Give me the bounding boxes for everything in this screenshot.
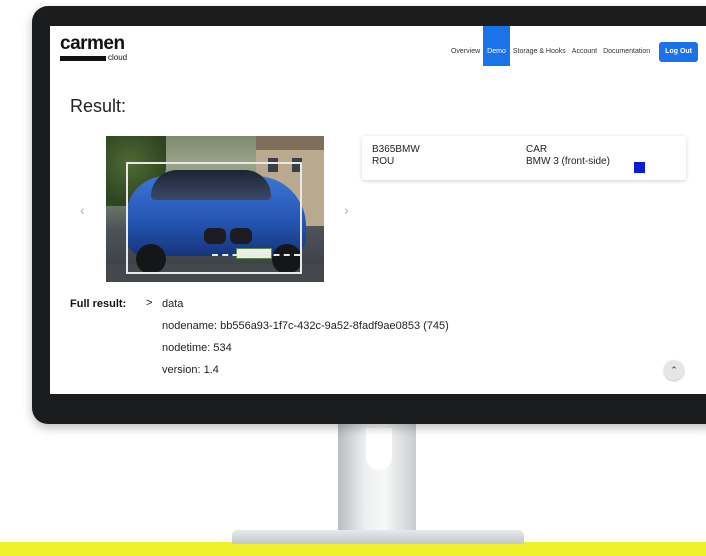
carmen-cloud-logo[interactable]: carmen cloud xyxy=(60,33,127,62)
nav-storage-hooks[interactable]: Storage & Hooks xyxy=(510,48,569,56)
logo-subline: cloud xyxy=(60,54,127,62)
logo-cloud-text: cloud xyxy=(108,53,128,62)
logout-button[interactable]: Log Out xyxy=(659,42,698,62)
app-screen: carmen cloud Overview Demo Storage & Hoo… xyxy=(50,26,706,394)
yellow-floor xyxy=(0,542,706,556)
vehicle-category: CAR xyxy=(526,144,548,155)
country-code: ROU xyxy=(372,156,395,167)
scroll-to-top-button[interactable]: ⌃ xyxy=(664,360,684,380)
chevron-right-icon: › xyxy=(344,202,349,218)
vehicle-photo xyxy=(106,136,324,282)
stand-cable-hole xyxy=(366,428,392,470)
nav-overview[interactable]: Overview xyxy=(448,48,483,56)
recognition-card: B365BMW ROU CAR BMW 3 (front-side) xyxy=(362,136,686,180)
main-nav: Overview Demo Storage & Hooks Account Do… xyxy=(448,26,698,66)
top-navbar: carmen cloud Overview Demo Storage & Hoo… xyxy=(50,26,706,66)
chevron-right-icon[interactable]: > xyxy=(146,297,152,309)
nav-documentation[interactable]: Documentation xyxy=(600,48,653,56)
nav-demo[interactable]: Demo xyxy=(483,26,510,66)
result-tree-node[interactable]: data xyxy=(162,298,183,310)
prev-image-button[interactable]: ‹ xyxy=(80,202,85,218)
result-version: version: 1.4 xyxy=(162,364,219,376)
nav-account[interactable]: Account xyxy=(569,48,600,56)
monitor-base xyxy=(232,530,524,544)
result-nodetime: nodetime: 534 xyxy=(162,342,232,354)
full-result-label: Full result: xyxy=(70,298,127,310)
photo-roof xyxy=(256,136,324,150)
plate-detection-line xyxy=(212,254,300,256)
chevron-left-icon: ‹ xyxy=(80,202,85,218)
vehicle-bounding-box xyxy=(126,162,302,274)
make-model: BMW 3 (front-side) xyxy=(526,156,610,167)
next-image-button[interactable]: › xyxy=(344,202,349,218)
chevron-up-icon: ⌃ xyxy=(670,365,678,375)
logo-wordmark: carmen xyxy=(60,33,125,54)
plate-text: B365BMW xyxy=(372,144,420,155)
logo-bar xyxy=(60,55,106,61)
page-title: Result: xyxy=(70,96,127,116)
vehicle-color-swatch xyxy=(634,162,645,173)
result-nodename: nodename: bb556a93-1f7c-432c-9a52-8fadf9… xyxy=(162,320,449,332)
